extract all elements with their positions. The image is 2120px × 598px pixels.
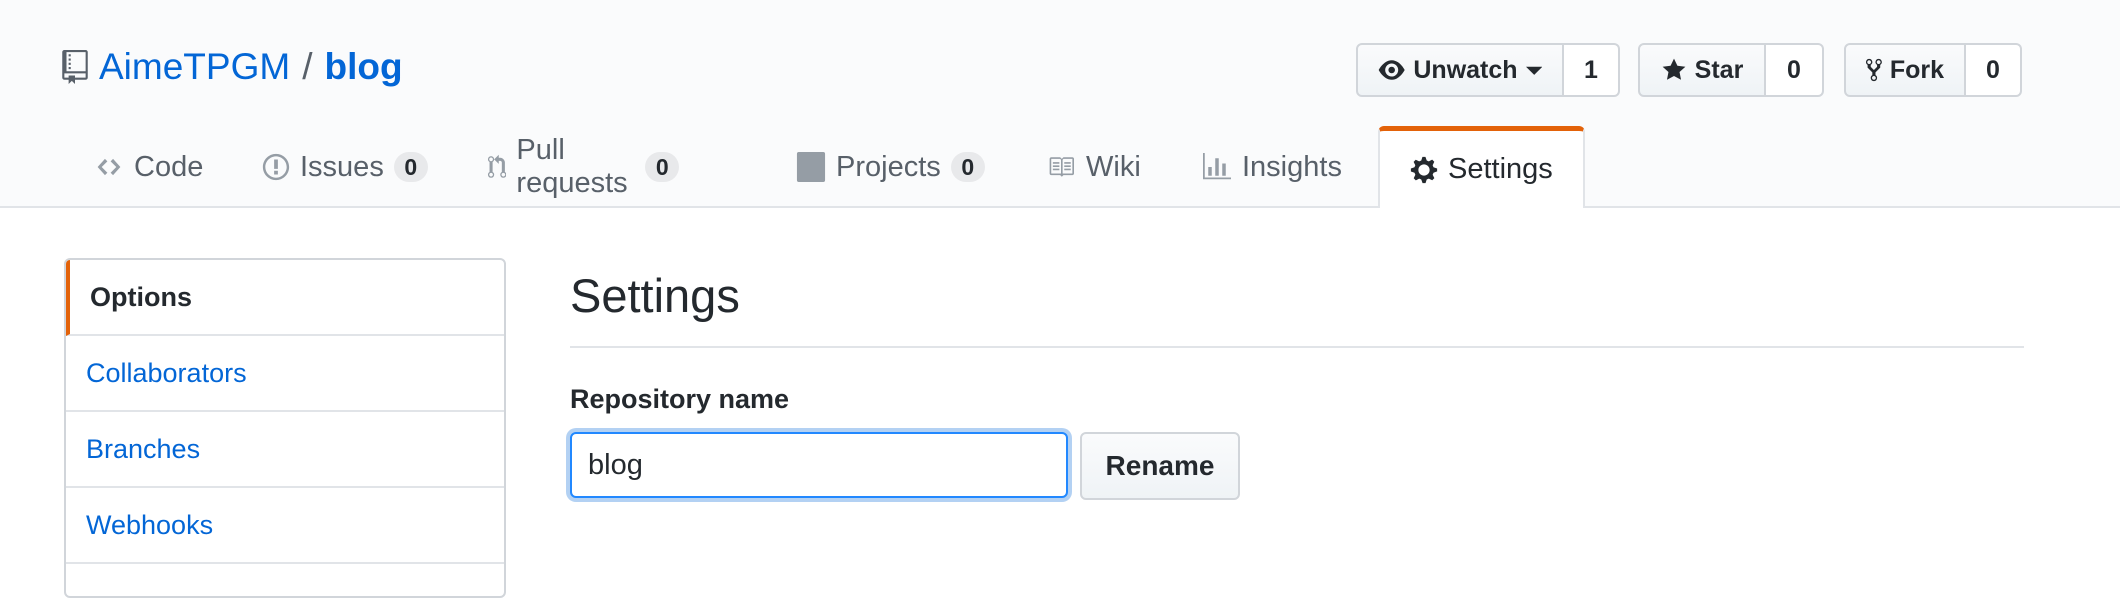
- stargazers-count[interactable]: 0: [1766, 43, 1824, 97]
- gear-icon: [1410, 156, 1438, 183]
- tab-pull-requests[interactable]: Pull requests 0: [488, 128, 680, 206]
- star-icon: [1662, 58, 1686, 80]
- graph-icon: [1203, 153, 1231, 180]
- fork-label: Fork: [1889, 55, 1944, 84]
- tab-settings-label: Settings: [1448, 153, 1553, 185]
- star-label: Star: [1694, 55, 1744, 84]
- watchers-count[interactable]: 1: [1564, 43, 1620, 97]
- repo-forked-icon: [1866, 58, 1882, 82]
- menu-item-webhooks[interactable]: Webhooks: [66, 488, 504, 564]
- repo-title: AimeTPGM / blog: [62, 44, 403, 90]
- eye-icon: [1378, 60, 1405, 80]
- projects-count: 0: [950, 152, 985, 182]
- repo-name-input[interactable]: [570, 432, 1068, 498]
- settings-menu: Options Collaborators Branches Webhooks: [64, 258, 506, 598]
- tab-issues[interactable]: Issues 0: [262, 128, 428, 206]
- repo-icon: [62, 50, 88, 84]
- watch-group: Unwatch 1: [1356, 43, 1620, 97]
- page-title: Settings: [570, 258, 2024, 348]
- tab-wiki[interactable]: Wiki: [1046, 128, 1141, 206]
- project-icon: [796, 152, 826, 182]
- tab-code[interactable]: Code: [94, 128, 203, 206]
- fork-group: Fork 0: [1844, 43, 2022, 97]
- settings-main: Settings Repository name Rename: [570, 258, 2024, 500]
- issue-opened-icon: [262, 153, 290, 181]
- caret-down-icon: [1525, 66, 1542, 75]
- tab-code-label: Code: [134, 150, 204, 183]
- star-group: Star 0: [1638, 43, 1824, 97]
- repo-name-label: Repository name: [570, 384, 790, 414]
- menu-item-collaborators[interactable]: Collaborators: [66, 336, 504, 412]
- code-icon: [97, 158, 121, 176]
- star-button[interactable]: Star: [1638, 43, 1766, 97]
- tab-settings[interactable]: Settings: [1378, 126, 1585, 208]
- tab-insights[interactable]: Insights: [1202, 128, 1342, 206]
- book-icon: [1049, 157, 1074, 177]
- tab-projects-label: Projects: [836, 150, 941, 183]
- repo-name-link[interactable]: blog: [324, 46, 402, 88]
- fork-button[interactable]: Fork: [1844, 43, 1966, 97]
- tab-pull-requests-label: Pull requests: [516, 134, 628, 199]
- path-separator: /: [302, 46, 313, 87]
- rename-button[interactable]: Rename: [1080, 432, 1240, 500]
- unwatch-label: Unwatch: [1413, 55, 1518, 84]
- pull-requests-count: 0: [645, 152, 680, 182]
- menu-item-branches[interactable]: Branches: [66, 412, 504, 488]
- tab-projects[interactable]: Projects 0: [796, 128, 985, 206]
- git-pull-request-icon: [488, 154, 507, 178]
- unwatch-button[interactable]: Unwatch: [1356, 43, 1564, 97]
- tab-issues-label: Issues: [300, 150, 384, 183]
- tab-wiki-label: Wiki: [1086, 150, 1141, 183]
- repo-owner-link[interactable]: AimeTPGM: [99, 46, 290, 88]
- issues-count: 0: [393, 152, 428, 182]
- menu-item-options[interactable]: Options: [66, 260, 504, 336]
- repo-header: AimeTPGM / blog Unwatch 1 Star 0 Fork 0 …: [0, 0, 2120, 208]
- forks-count[interactable]: 0: [1966, 43, 2022, 97]
- tab-insights-label: Insights: [1242, 150, 1342, 183]
